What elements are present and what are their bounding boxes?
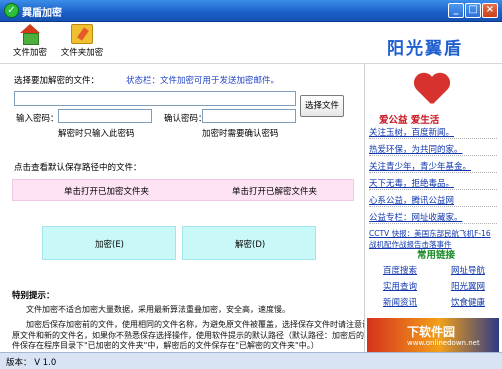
side-panel: 爱公益 爱生活 关注玉树，百度新闻。 热爱环保，为共同的家。 关注青少年，青少年…: [364, 64, 500, 352]
maximize-button[interactable]: □: [465, 3, 481, 18]
confirm-password-hint: 加密时需要确认密码: [202, 129, 279, 139]
grid-link[interactable]: 网址导航: [451, 264, 485, 276]
brand-logo-text: 阳光翼盾: [387, 39, 463, 59]
side-link[interactable]: 天下无毒，拒绝毒品。: [369, 177, 497, 190]
decrypt-button-label: 解密(D): [235, 240, 266, 250]
close-button[interactable]: ×: [482, 3, 498, 18]
minimize-button[interactable]: _: [448, 3, 464, 18]
common-links-title: 常用链接: [417, 250, 456, 261]
default-path-label: 点击查看默认保存路径中的文件：: [14, 163, 142, 173]
select-file-label: 选择要加解密的文件：: [14, 76, 100, 86]
tips-heading: 特别提示：: [12, 291, 55, 301]
tip-line-1: 文件加密不适合加密大量数据，采用最新算法重叠加密，安全高，速度慢。: [26, 305, 290, 314]
check-shield-icon: ✓: [4, 3, 19, 18]
password-hint: 解密时只输入此密码: [58, 129, 135, 139]
open-encrypted-folder-link[interactable]: 单击打开已加密文件夹: [64, 185, 149, 197]
side-link[interactable]: 心系公益，腾讯公益网: [369, 194, 497, 207]
file-encrypt-tool[interactable]: 文件加密: [8, 24, 52, 58]
grid-link[interactable]: 饮食健康: [451, 296, 485, 308]
side-link[interactable]: 公益专栏：网址收藏家。: [369, 211, 497, 224]
grid-link[interactable]: 百度搜索: [383, 264, 417, 276]
ad-banner[interactable]: 下软件园 www.onlinedown.net: [367, 318, 499, 352]
grid-link[interactable]: 新闻资讯: [383, 296, 417, 308]
side-slogan: 爱公益 爱生活: [379, 115, 440, 126]
file-path-input[interactable]: [14, 91, 296, 106]
grid-link[interactable]: 实用查询: [383, 280, 417, 292]
house-icon: [19, 24, 41, 45]
ad-url: www.onlinedown.net: [407, 339, 480, 347]
folder-encrypt-tool[interactable]: 文件夹加密: [60, 24, 104, 58]
status-bar: 版本： V 1.0: [0, 352, 502, 369]
side-link[interactable]: 热爱环保，为共同的家。: [369, 143, 497, 156]
encrypt-button-label: 加密(E): [95, 240, 125, 250]
window-title: 巽盾加密: [22, 8, 62, 19]
password-label: 输入密码：: [16, 114, 59, 124]
heart-icon: [413, 72, 451, 106]
side-link[interactable]: 关注青少年，青少年基金。: [369, 160, 497, 173]
side-link[interactable]: 关注玉树，百度新闻。: [369, 126, 497, 139]
select-file-button[interactable]: 选择文件: [300, 95, 344, 117]
confirm-password-label: 确认密码：: [164, 114, 207, 124]
password-input[interactable]: [58, 109, 152, 123]
confirm-password-input[interactable]: [202, 109, 296, 123]
title-bar: ✓ 巽盾加密 _ □ ×: [0, 0, 502, 22]
status-text: 状态栏：文件加密可用于发送加密邮件。: [126, 76, 280, 86]
folder-pencil-icon: [71, 24, 93, 44]
file-encrypt-label: 文件加密: [12, 48, 47, 58]
open-decrypted-folder-link[interactable]: 单击打开已解密文件夹: [232, 185, 317, 197]
encrypt-button[interactable]: 加密(E): [42, 226, 176, 260]
ad-title: 下软件园: [407, 325, 456, 339]
folder-encrypt-label: 文件夹加密: [60, 48, 104, 58]
tip-line-2: 加密后保存加密前的文件，使用相同的文件名称，为避免原文件被覆盖，选择保存文件时请…: [26, 320, 394, 329]
tip-line-4: 件保存在程序目录下"已加密的文件夹"中，解密后的文件保存在"已解密的文件夹"中。…: [12, 341, 319, 350]
version-text: 版本： V 1.0: [6, 358, 57, 368]
decrypt-button[interactable]: 解密(D): [182, 226, 316, 260]
grid-link[interactable]: 阳光翼网: [451, 280, 485, 292]
main-panel: 选择要加解密的文件： 状态栏：文件加密可用于发送加密邮件。 选择文件 输入密码：…: [0, 64, 394, 352]
